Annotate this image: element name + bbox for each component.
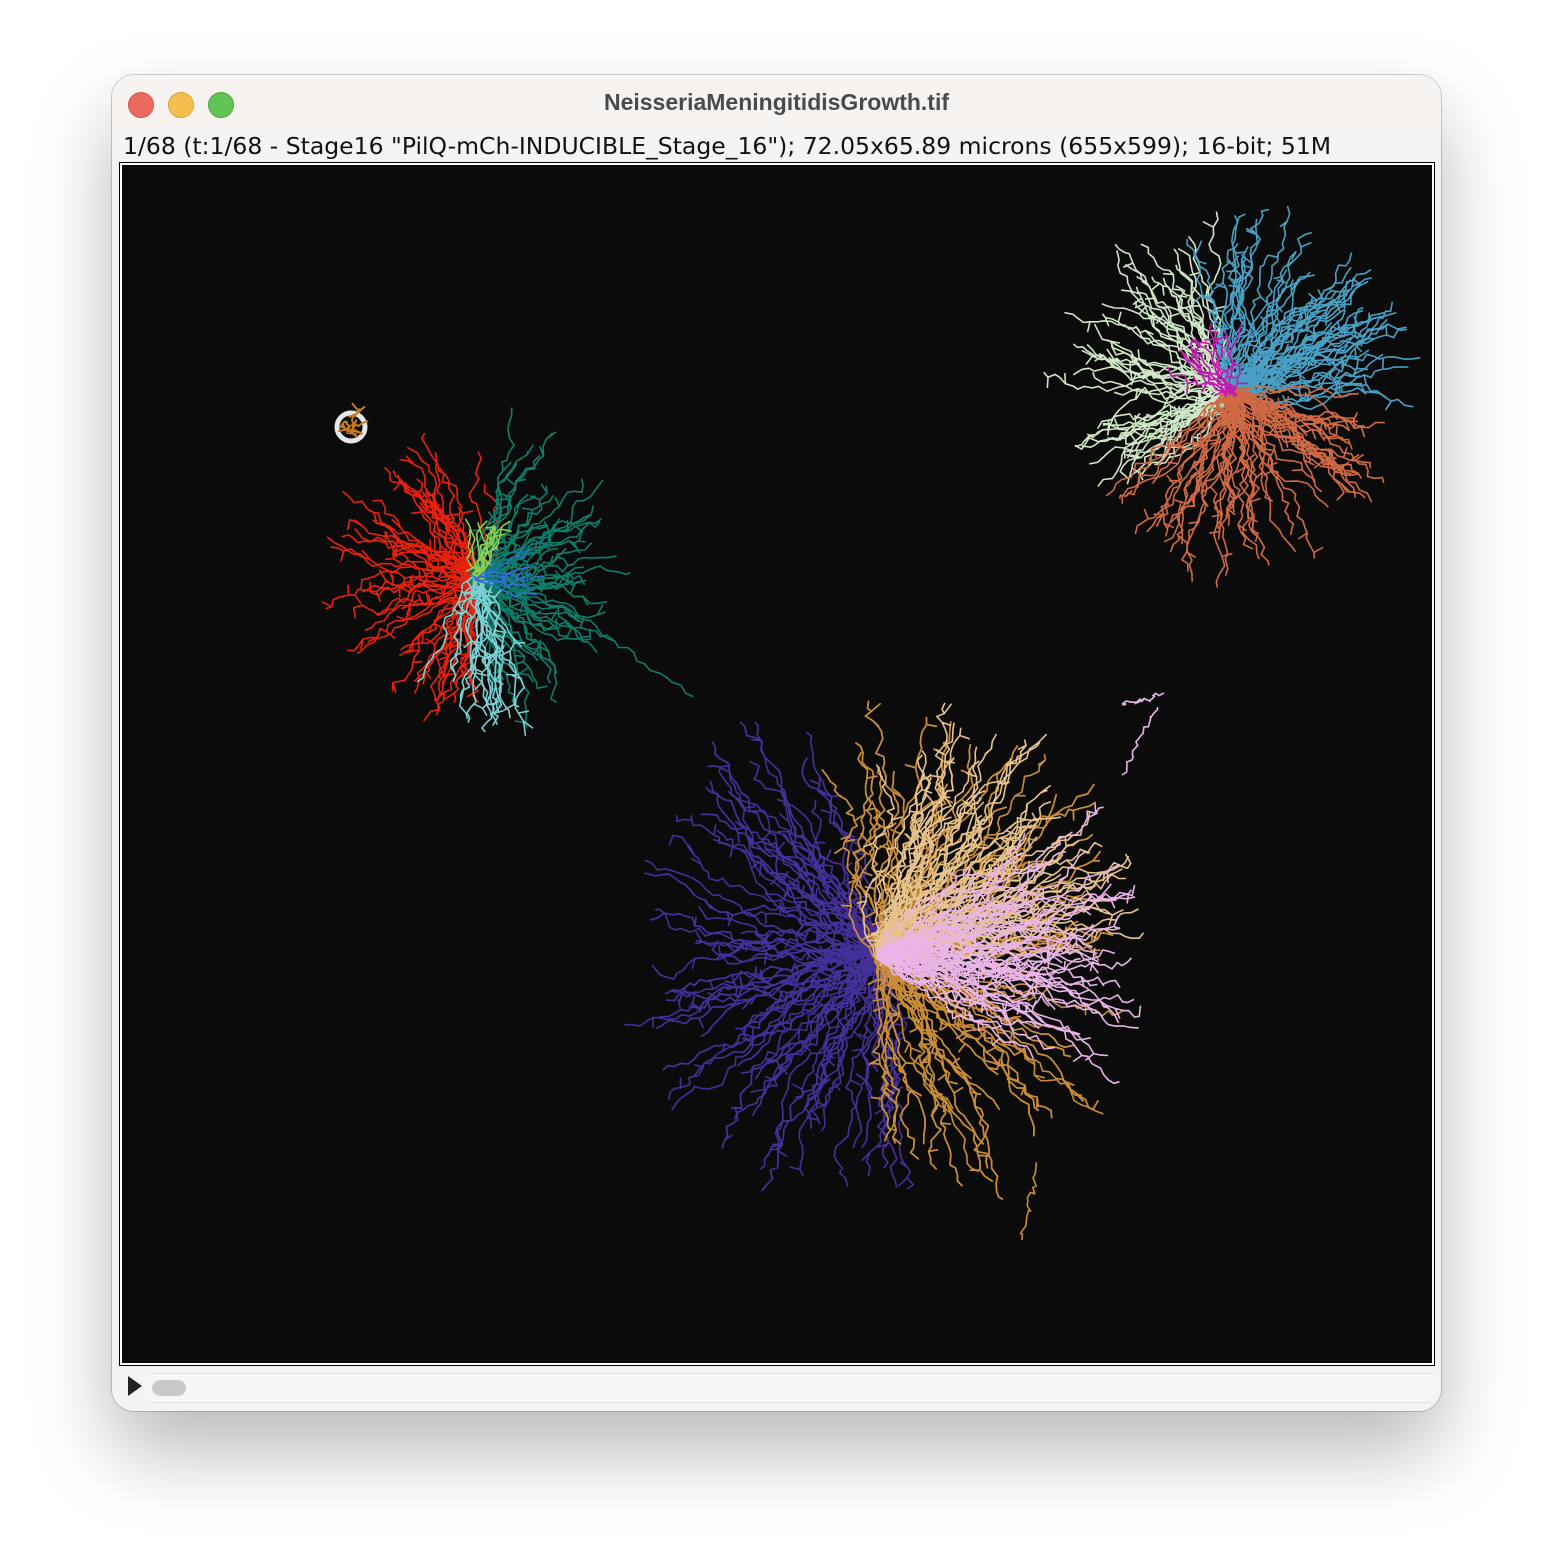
frame-slider-track[interactable]	[150, 1373, 1434, 1403]
small-colony	[334, 402, 369, 444]
cell-track	[1121, 692, 1165, 706]
left-colony	[321, 407, 631, 736]
top-right-colony	[1042, 205, 1421, 588]
play-icon[interactable]	[128, 1376, 142, 1396]
image-info-bar: 1/68 (t:1/68 - Stage16 "PilQ-mCh-INDUCIB…	[123, 132, 1332, 160]
bottom-colony	[624, 700, 1145, 1201]
cell-track	[561, 604, 694, 698]
image-canvas-frame	[119, 162, 1435, 1366]
frame-slider-thumb[interactable]	[152, 1380, 186, 1396]
cell-track	[1121, 707, 1159, 776]
track-overlay	[321, 205, 1421, 1241]
image-canvas[interactable]	[122, 165, 1432, 1363]
image-window: NeisseriaMeningitidisGrowth.tif 1/68 (t:…	[112, 75, 1441, 1411]
cell-track	[1019, 1162, 1038, 1241]
window-title: NeisseriaMeningitidisGrowth.tif	[603, 89, 950, 115]
cell-track	[348, 431, 357, 437]
frame-slider-bar	[112, 1367, 1441, 1411]
title-bar[interactable]: NeisseriaMeningitidisGrowth.tif	[112, 75, 1441, 131]
